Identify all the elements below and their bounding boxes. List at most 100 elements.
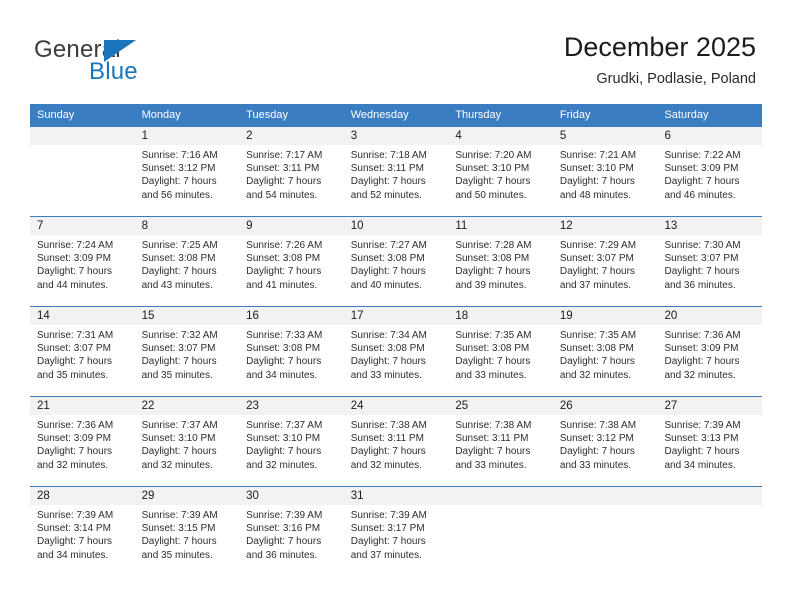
day-cell[interactable] [30, 127, 135, 216]
day-details: Sunrise: 7:25 AM Sunset: 3:08 PM Dayligh… [135, 236, 240, 292]
day-cell[interactable]: 20 Sunrise: 7:36 AM Sunset: 3:09 PM Dayl… [657, 307, 763, 396]
day-number-band: 16 [239, 307, 344, 326]
daylight-line-1: Daylight: 7 hours [350, 536, 426, 548]
daylight-line-1: Daylight: 7 hours [141, 356, 217, 368]
day-number: 2 [246, 130, 253, 142]
sunset-line: Sunset: 3:08 PM [559, 343, 634, 355]
daylight-line-1: Daylight: 7 hours [350, 446, 426, 458]
day-cell[interactable]: 12 Sunrise: 7:29 AM Sunset: 3:07 PM Dayl… [552, 217, 658, 306]
daylight-line-2: and 46 minutes. [664, 189, 736, 201]
day-cell[interactable]: 24 Sunrise: 7:38 AM Sunset: 3:11 PM Dayl… [343, 397, 449, 486]
daylight-line-2: and 36 minutes. [664, 279, 736, 291]
day-number-band: 4 [448, 127, 553, 146]
day-cell[interactable] [552, 487, 658, 576]
day-details: Sunrise: 7:24 AM Sunset: 3:09 PM Dayligh… [30, 236, 135, 292]
brand-logo[interactable]: General Blue [34, 36, 254, 88]
day-cell[interactable]: 8 Sunrise: 7:25 AM Sunset: 3:08 PM Dayli… [134, 217, 240, 306]
daylight-line-2: and 32 minutes. [559, 369, 632, 381]
day-number-band: 29 [134, 487, 240, 506]
day-cell[interactable]: 21 Sunrise: 7:36 AM Sunset: 3:09 PM Dayl… [30, 397, 135, 486]
day-cell[interactable] [448, 487, 553, 576]
day-cell[interactable]: 7 Sunrise: 7:24 AM Sunset: 3:09 PM Dayli… [30, 217, 135, 306]
day-details: Sunrise: 7:39 AM Sunset: 3:17 PM Dayligh… [344, 506, 449, 562]
day-cell[interactable]: 29 Sunrise: 7:39 AM Sunset: 3:15 PM Dayl… [134, 487, 240, 576]
day-number-band: 15 [134, 307, 240, 326]
day-details: Sunrise: 7:35 AM Sunset: 3:08 PM Dayligh… [553, 326, 658, 382]
day-cell[interactable]: 14 Sunrise: 7:31 AM Sunset: 3:07 PM Dayl… [30, 307, 135, 396]
day-details: Sunrise: 7:32 AM Sunset: 3:07 PM Dayligh… [135, 326, 240, 382]
day-cell[interactable]: 17 Sunrise: 7:34 AM Sunset: 3:08 PM Dayl… [343, 307, 449, 396]
weekday-header-sunday: Sunday [37, 109, 75, 121]
daylight-line-2: and 43 minutes. [141, 279, 213, 291]
sunset-line: Sunset: 3:09 PM [664, 163, 739, 175]
daylight-line-1: Daylight: 7 hours [141, 446, 217, 458]
day-cell[interactable]: 16 Sunrise: 7:33 AM Sunset: 3:08 PM Dayl… [239, 307, 344, 396]
day-cell[interactable]: 19 Sunrise: 7:35 AM Sunset: 3:08 PM Dayl… [552, 307, 658, 396]
sunrise-line: Sunrise: 7:24 AM [37, 240, 114, 251]
day-cell[interactable]: 3 Sunrise: 7:18 AM Sunset: 3:11 PM Dayli… [343, 127, 449, 216]
day-cell[interactable]: 27 Sunrise: 7:39 AM Sunset: 3:13 PM Dayl… [657, 397, 763, 486]
day-number-band: 10 [343, 217, 449, 236]
sunset-line: Sunset: 3:11 PM [350, 163, 424, 175]
sunset-line: Sunset: 3:09 PM [37, 253, 111, 265]
day-cell[interactable]: 22 Sunrise: 7:37 AM Sunset: 3:10 PM Dayl… [134, 397, 240, 486]
weekday-header-row: Sunday Monday Tuesday Wednesday Thursday… [30, 104, 762, 126]
day-cell[interactable]: 23 Sunrise: 7:37 AM Sunset: 3:10 PM Dayl… [239, 397, 344, 486]
sunrise-line: Sunrise: 7:33 AM [246, 330, 323, 341]
sunrise-line: Sunrise: 7:36 AM [664, 330, 741, 341]
day-cell[interactable]: 26 Sunrise: 7:38 AM Sunset: 3:12 PM Dayl… [552, 397, 658, 486]
sunrise-line: Sunrise: 7:28 AM [455, 240, 532, 251]
day-number-band: 25 [448, 397, 553, 416]
day-details: Sunrise: 7:33 AM Sunset: 3:08 PM Dayligh… [239, 326, 344, 382]
sunset-line: Sunset: 3:08 PM [246, 253, 321, 265]
sunset-line: Sunset: 3:13 PM [664, 433, 739, 445]
day-number-band: 11 [448, 217, 553, 236]
day-number: 14 [37, 310, 50, 322]
day-number-band: 12 [552, 217, 658, 236]
day-number: 22 [141, 400, 155, 412]
week-row: 14 Sunrise: 7:31 AM Sunset: 3:07 PM Dayl… [30, 306, 763, 396]
weekday-header-tuesday: Tuesday [246, 109, 288, 121]
day-number: 7 [37, 220, 44, 232]
day-number: 6 [664, 130, 671, 142]
day-details: Sunrise: 7:28 AM Sunset: 3:08 PM Dayligh… [448, 236, 553, 292]
day-cell[interactable]: 9 Sunrise: 7:26 AM Sunset: 3:08 PM Dayli… [239, 217, 344, 306]
day-number-band: 7 [30, 217, 135, 236]
day-cell[interactable]: 15 Sunrise: 7:32 AM Sunset: 3:07 PM Dayl… [134, 307, 240, 396]
day-cell[interactable]: 4 Sunrise: 7:20 AM Sunset: 3:10 PM Dayli… [448, 127, 553, 216]
day-number-band: 8 [134, 217, 240, 236]
day-cell[interactable]: 18 Sunrise: 7:35 AM Sunset: 3:08 PM Dayl… [448, 307, 553, 396]
day-cell[interactable]: 28 Sunrise: 7:39 AM Sunset: 3:14 PM Dayl… [30, 487, 135, 576]
day-number: 28 [37, 490, 50, 502]
sunrise-line: Sunrise: 7:35 AM [559, 330, 637, 341]
sunset-line: Sunset: 3:08 PM [455, 253, 530, 265]
sunset-line: Sunset: 3:12 PM [141, 163, 216, 175]
daylight-line-2: and 56 minutes. [141, 189, 213, 201]
day-cell[interactable]: 11 Sunrise: 7:28 AM Sunset: 3:08 PM Dayl… [448, 217, 553, 306]
sunrise-line: Sunrise: 7:20 AM [455, 150, 532, 161]
weekday-header-saturday: Saturday [664, 109, 709, 121]
daylight-line-2: and 33 minutes. [559, 459, 632, 471]
sunset-line: Sunset: 3:08 PM [246, 343, 321, 355]
sunrise-line: Sunrise: 7:31 AM [37, 330, 114, 341]
daylight-line-1: Daylight: 7 hours [246, 446, 322, 458]
day-cell[interactable]: 6 Sunrise: 7:22 AM Sunset: 3:09 PM Dayli… [657, 127, 763, 216]
daylight-line-1: Daylight: 7 hours [455, 266, 531, 278]
day-cell[interactable]: 5 Sunrise: 7:21 AM Sunset: 3:10 PM Dayli… [552, 127, 658, 216]
day-cell[interactable]: 30 Sunrise: 7:39 AM Sunset: 3:16 PM Dayl… [239, 487, 344, 576]
day-cell[interactable]: 2 Sunrise: 7:17 AM Sunset: 3:11 PM Dayli… [239, 127, 344, 216]
day-cell[interactable]: 1 Sunrise: 7:16 AM Sunset: 3:12 PM Dayli… [134, 127, 240, 216]
daylight-line-2: and 41 minutes. [246, 279, 318, 291]
day-details: Sunrise: 7:34 AM Sunset: 3:08 PM Dayligh… [344, 326, 449, 382]
day-cell[interactable]: 13 Sunrise: 7:30 AM Sunset: 3:07 PM Dayl… [657, 217, 763, 306]
day-details: Sunrise: 7:36 AM Sunset: 3:09 PM Dayligh… [657, 326, 762, 382]
day-number: 18 [455, 310, 469, 322]
daylight-line-1: Daylight: 7 hours [246, 266, 322, 278]
daylight-line-1: Daylight: 7 hours [246, 176, 322, 188]
day-cell[interactable] [657, 487, 763, 576]
daylight-line-1: Daylight: 7 hours [664, 176, 740, 188]
day-cell[interactable]: 31 Sunrise: 7:39 AM Sunset: 3:17 PM Dayl… [343, 487, 449, 576]
page-title: December 2025 [563, 32, 756, 62]
day-cell[interactable]: 25 Sunrise: 7:38 AM Sunset: 3:11 PM Dayl… [448, 397, 553, 486]
day-cell[interactable]: 10 Sunrise: 7:27 AM Sunset: 3:08 PM Dayl… [343, 217, 449, 306]
